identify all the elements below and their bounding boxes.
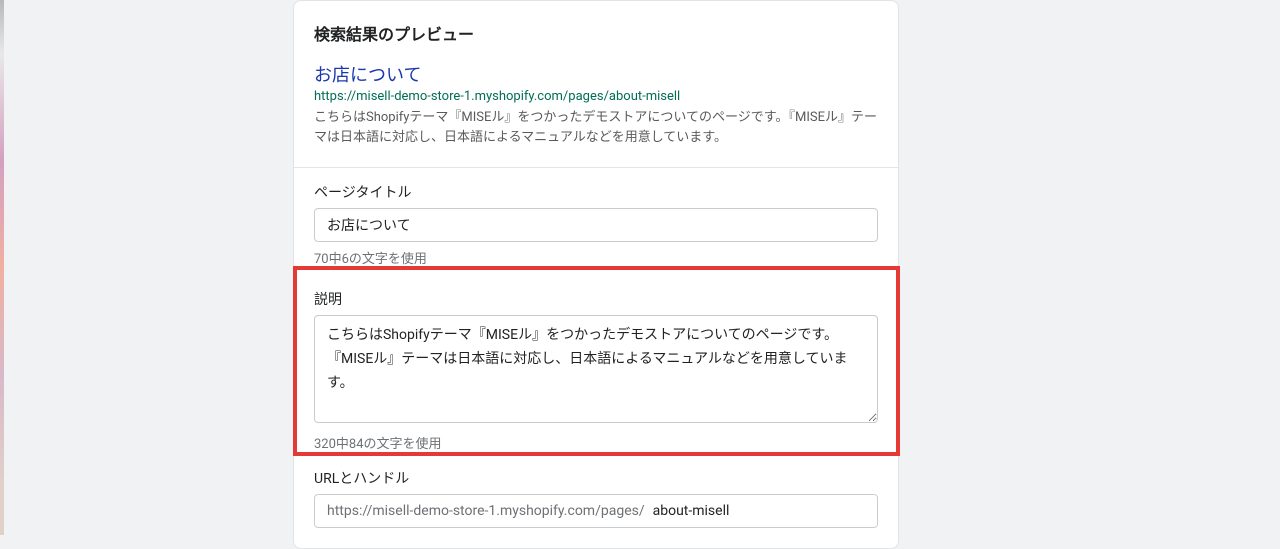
description-section: 説明 320中84の文字を使用 xyxy=(294,267,898,452)
url-handle-input[interactable] xyxy=(651,495,877,527)
description-label: 説明 xyxy=(314,289,878,309)
page-title-helper: 70中6の文字を使用 xyxy=(314,248,878,267)
description-helper: 320中84の文字を使用 xyxy=(314,433,878,452)
preview-link[interactable]: お店について xyxy=(314,61,878,87)
preview-section: 検索結果のプレビュー お店について https://misell-demo-st… xyxy=(294,1,898,167)
page-title-section: ページタイトル 70中6の文字を使用 xyxy=(294,168,898,267)
left-color-strip xyxy=(0,0,4,535)
preview-url: https://misell-demo-store-1.myshopify.co… xyxy=(314,89,878,104)
description-textarea[interactable] xyxy=(314,315,878,423)
page-title-input[interactable] xyxy=(314,208,878,242)
url-prefix: https://misell-demo-store-1.myshopify.co… xyxy=(315,495,651,527)
url-handle-label: URLとハンドル xyxy=(314,468,878,488)
url-handle-row: https://misell-demo-store-1.myshopify.co… xyxy=(314,494,878,528)
preview-description: こちらはShopifyテーマ『MISEル』をつかったデモストアについてのページで… xyxy=(314,108,878,147)
preview-section-title: 検索結果のプレビュー xyxy=(314,21,878,45)
url-handle-section: URLとハンドル https://misell-demo-store-1.mys… xyxy=(294,452,898,548)
seo-card: 検索結果のプレビュー お店について https://misell-demo-st… xyxy=(293,0,899,549)
page-title-label: ページタイトル xyxy=(314,182,878,202)
